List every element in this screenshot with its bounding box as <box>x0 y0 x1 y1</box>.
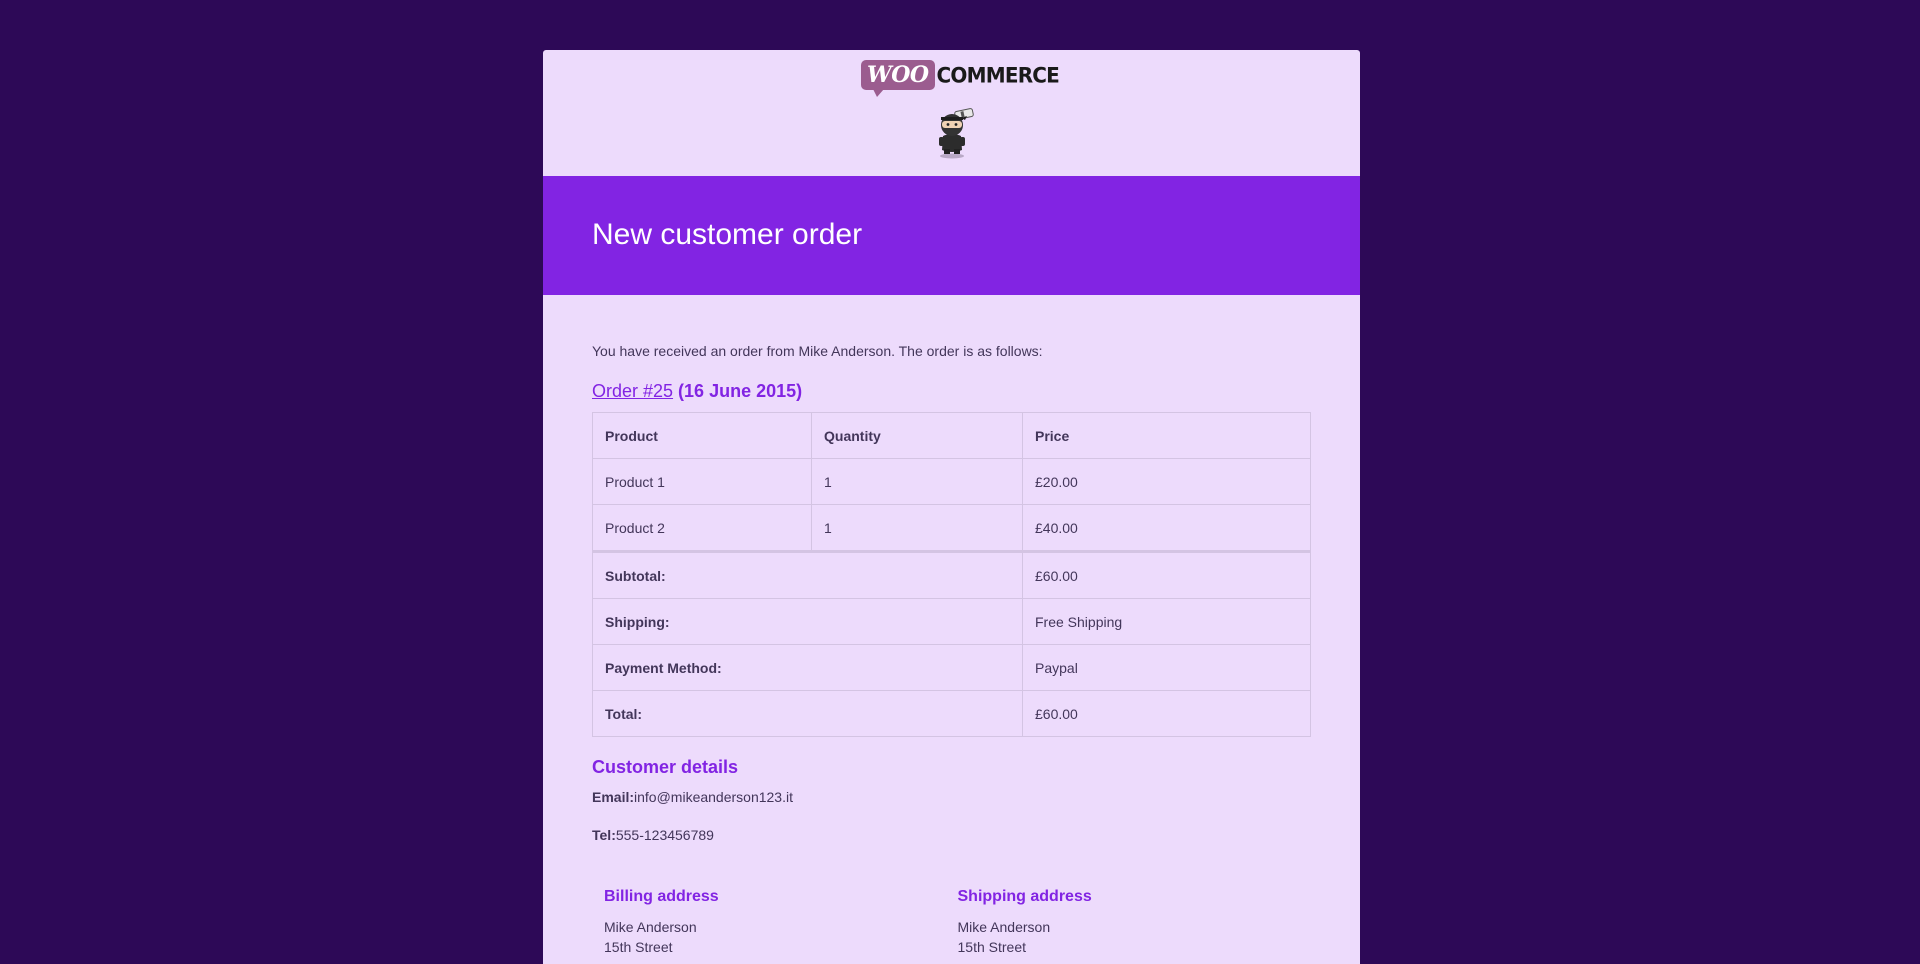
email-value: info@mikeanderson123.it <box>634 789 793 805</box>
item-price: £40.00 <box>1022 504 1311 553</box>
totals-row-shipping: Shipping: Free Shipping <box>592 598 1311 645</box>
billing-address-line: Mike Anderson <box>604 919 697 935</box>
banner-title: New customer order <box>592 218 863 251</box>
table-row: Product 2 1 £40.00 <box>592 504 1311 553</box>
customer-email: Email:info@mikeanderson123.it <box>592 788 1311 806</box>
totals-value: Paypal <box>1022 644 1311 691</box>
tel-label: Tel: <box>592 827 616 843</box>
shipping-address-line: 15th Street <box>957 939 1027 955</box>
customer-tel: Tel:555-123456789 <box>592 826 1311 844</box>
customer-details-heading: Customer details <box>592 757 739 777</box>
intro-text: You have received an order from Mike And… <box>592 343 1043 359</box>
email-banner: New customer order <box>543 176 1360 295</box>
email-header: WOO COMMERCE <box>543 50 1360 176</box>
order-link[interactable]: Order #25 <box>592 381 673 401</box>
totals-label: Subtotal: <box>592 551 1023 599</box>
shipping-address-lines: Mike Anderson 15th Street <box>958 917 1312 957</box>
item-product: Product 2 <box>592 504 812 553</box>
totals-row-payment-method: Payment Method: Paypal <box>592 644 1311 691</box>
billing-address-heading: Billing address <box>604 888 719 905</box>
totals-label: Shipping: <box>592 598 1023 645</box>
ninja-mascot-icon <box>939 108 974 159</box>
totals-value: £60.00 <box>1022 551 1311 599</box>
shipping-address-heading: Shipping address <box>957 888 1092 905</box>
email-container: WOO COMMERCE New customer order You have… <box>543 50 1360 964</box>
table-header-row: Product Quantity Price <box>592 412 1311 459</box>
item-price: £20.00 <box>1022 458 1311 505</box>
shipping-address-line: Mike Anderson <box>957 919 1051 935</box>
item-quantity: 1 <box>811 458 1023 505</box>
item-quantity: 1 <box>811 504 1023 553</box>
header-product: Product <box>592 412 812 459</box>
billing-address-line: 15th Street <box>604 939 673 955</box>
header-quantity: Quantity <box>811 412 1023 459</box>
tel-value: 555-123456789 <box>615 827 714 843</box>
logo-woo-text: WOO <box>861 60 935 97</box>
email-body: You have received an order from Mike And… <box>543 295 1360 957</box>
order-table: Product Quantity Price Product 1 1 £20.0… <box>592 412 1311 737</box>
item-product: Product 1 <box>592 458 812 505</box>
email-label: Email: <box>592 789 635 805</box>
woocommerce-logo: WOO COMMERCE <box>861 60 1060 97</box>
totals-value: £60.00 <box>1022 690 1311 737</box>
logo-commerce-text: COMMERCE <box>936 62 1060 88</box>
header-price: Price <box>1022 412 1311 459</box>
shipping-address: Shipping address Mike Anderson 15th Stre… <box>958 887 1312 957</box>
totals-row-total: Total: £60.00 <box>592 690 1311 737</box>
totals-value: Free Shipping <box>1022 598 1311 645</box>
totals-label: Payment Method: <box>592 644 1023 691</box>
table-row: Product 1 1 £20.00 <box>592 458 1311 505</box>
totals-row-subtotal: Subtotal: £60.00 <box>592 551 1311 599</box>
totals-label: Total: <box>592 690 1023 737</box>
addresses: Billing address Mike Anderson 15th Stree… <box>592 887 1311 957</box>
billing-address-lines: Mike Anderson 15th Street <box>604 917 958 957</box>
order-date: (16 June 2015) <box>673 381 803 401</box>
billing-address: Billing address Mike Anderson 15th Stree… <box>604 887 958 957</box>
order-heading: Order #25 (16 June 2015) <box>592 380 1311 402</box>
